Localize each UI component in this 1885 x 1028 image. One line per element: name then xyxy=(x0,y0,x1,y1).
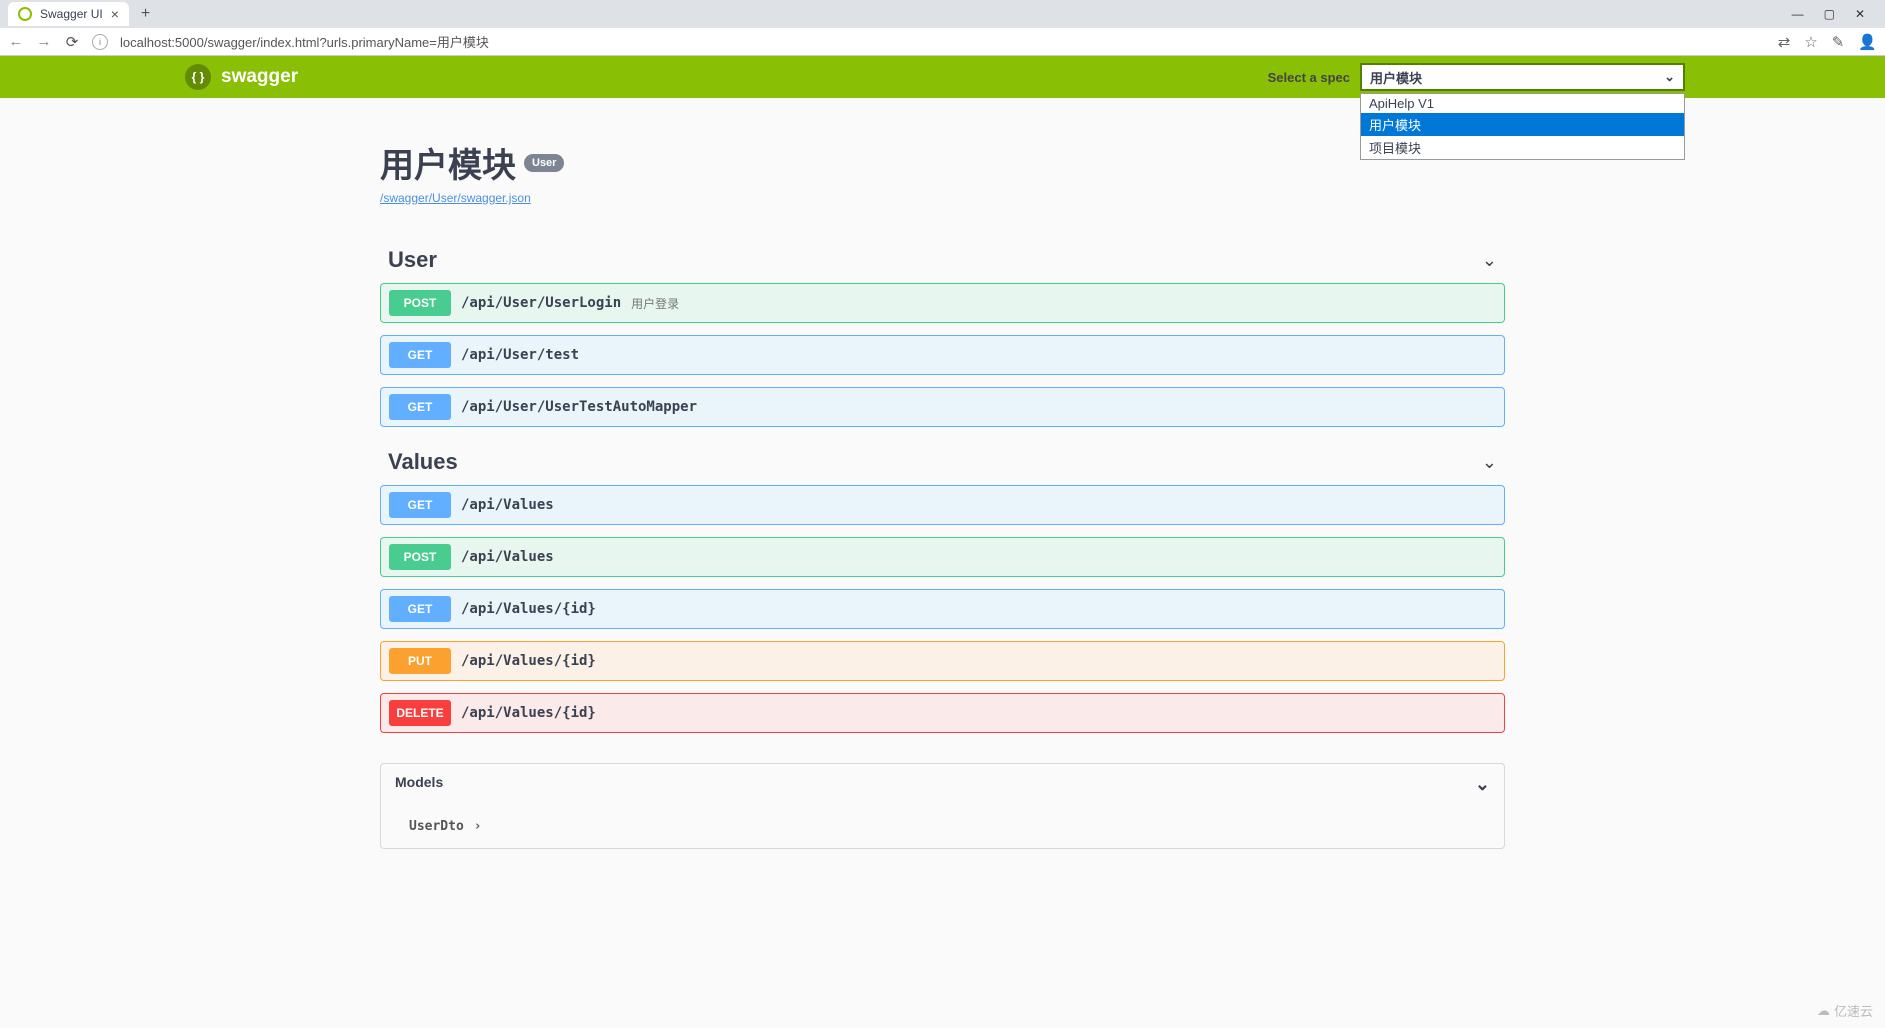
operation-path: /api/Values xyxy=(461,497,554,513)
spec-url-link[interactable]: /swagger/User/swagger.json xyxy=(380,191,531,205)
models-body: UserDto › xyxy=(381,805,1504,848)
logo-icon: { } xyxy=(185,64,211,90)
page-title: 用户模块 xyxy=(380,138,516,187)
models-title: Models xyxy=(395,774,443,795)
api-info: 用户模块 User /swagger/User/swagger.json xyxy=(380,138,1505,207)
chevron-right-icon: › xyxy=(474,819,482,834)
maximize-button[interactable]: ▢ xyxy=(1824,7,1835,21)
method-badge: POST xyxy=(389,544,451,570)
close-window-button[interactable]: ✕ xyxy=(1855,7,1865,21)
forward-button[interactable]: → xyxy=(36,33,52,50)
extension-icons: ⇄ ☆ ✎ 👤 xyxy=(1778,33,1877,51)
spec-option[interactable]: ApiHelp V1 xyxy=(1361,94,1684,113)
spec-dropdown: ApiHelp V1 用户模块 项目模块 xyxy=(1360,93,1685,160)
operation-row[interactable]: POST/api/Values xyxy=(380,537,1505,577)
close-tab-icon[interactable]: × xyxy=(111,6,119,22)
method-badge: GET xyxy=(389,342,451,368)
spec-selected-value: 用户模块 xyxy=(1370,68,1422,87)
method-badge: DELETE xyxy=(389,700,451,726)
tab-title: Swagger UI xyxy=(40,7,103,21)
method-badge: GET xyxy=(389,394,451,420)
section-title: User xyxy=(388,247,437,273)
operation-path: /api/Values/{id} xyxy=(461,601,596,617)
chevron-down-icon: ⌄ xyxy=(1482,452,1497,473)
spec-selector: Select a spec 用户模块 ⌄ ApiHelp V1 用户模块 项目模… xyxy=(1268,63,1685,91)
chevron-down-icon: ⌄ xyxy=(1482,250,1497,271)
method-badge: GET xyxy=(389,492,451,518)
spec-label: Select a spec xyxy=(1268,70,1350,85)
title-badge: User xyxy=(524,154,564,172)
back-button[interactable]: ← xyxy=(8,33,24,50)
address-bar: ← → ⟳ i localhost:5000/swagger/index.htm… xyxy=(0,28,1885,56)
favicon-icon xyxy=(18,7,32,21)
method-badge: POST xyxy=(389,290,451,316)
reload-button[interactable]: ⟳ xyxy=(64,33,80,51)
models-header[interactable]: Models ⌄ xyxy=(381,764,1504,805)
operation-row[interactable]: DELETE/api/Values/{id} xyxy=(380,693,1505,733)
spec-select[interactable]: 用户模块 ⌄ xyxy=(1360,63,1685,91)
model-name: UserDto xyxy=(409,819,464,834)
method-badge: PUT xyxy=(389,648,451,674)
section-header[interactable]: Values ⌄ xyxy=(380,439,1505,485)
url-field[interactable]: localhost:5000/swagger/index.html?urls.p… xyxy=(120,32,1766,51)
operation-row[interactable]: GET/api/User/test xyxy=(380,335,1505,375)
minimize-button[interactable]: — xyxy=(1792,7,1804,21)
browser-chrome: Swagger UI × + — ▢ ✕ ← → ⟳ i localhost:5… xyxy=(0,0,1885,56)
operation-path: /api/User/UserLogin xyxy=(461,295,621,311)
spec-option[interactable]: 项目模块 xyxy=(1361,136,1684,159)
profile-icon[interactable]: 👤 xyxy=(1858,33,1877,51)
operation-row[interactable]: GET/api/User/UserTestAutoMapper xyxy=(380,387,1505,427)
translate-icon[interactable]: ⇄ xyxy=(1778,33,1791,51)
operation-path: /api/Values/{id} xyxy=(461,705,596,721)
models-section: Models ⌄ UserDto › xyxy=(380,763,1505,849)
operation-row[interactable]: GET/api/Values xyxy=(380,485,1505,525)
bookmark-icon[interactable]: ☆ xyxy=(1804,33,1817,51)
model-item[interactable]: UserDto › xyxy=(409,819,1476,834)
operation-path: /api/User/UserTestAutoMapper xyxy=(461,399,697,415)
chevron-down-icon: ⌄ xyxy=(1475,774,1490,795)
window-controls: — ▢ ✕ xyxy=(1792,7,1877,21)
tab-bar: Swagger UI × + — ▢ ✕ xyxy=(0,0,1885,28)
watermark: ☁ 亿速云 xyxy=(1817,1001,1873,1020)
operation-row[interactable]: PUT/api/Values/{id} xyxy=(380,641,1505,681)
operation-path: /api/Values xyxy=(461,549,554,565)
spec-option[interactable]: 用户模块 xyxy=(1361,113,1684,136)
operation-summary: 用户登录 xyxy=(631,295,679,312)
chevron-down-icon: ⌄ xyxy=(1664,69,1675,85)
operation-row[interactable]: POST/api/User/UserLogin 用户登录 xyxy=(380,283,1505,323)
method-badge: GET xyxy=(389,596,451,622)
cloud-icon: ☁ xyxy=(1817,1003,1830,1019)
operation-path: /api/Values/{id} xyxy=(461,653,596,669)
main-container: 用户模块 User /swagger/User/swagger.json Use… xyxy=(380,98,1505,889)
operation-row[interactable]: GET/api/Values/{id} xyxy=(380,589,1505,629)
operation-path: /api/User/test xyxy=(461,347,579,363)
swagger-topbar: { } swagger Select a spec 用户模块 ⌄ ApiHelp… xyxy=(0,56,1885,98)
browser-tab[interactable]: Swagger UI × xyxy=(8,2,129,26)
section-title: Values xyxy=(388,449,458,475)
section-header[interactable]: User ⌄ xyxy=(380,237,1505,283)
logo-text: swagger xyxy=(221,66,298,88)
site-info-icon[interactable]: i xyxy=(92,34,108,50)
evernote-icon[interactable]: ✎ xyxy=(1832,33,1845,51)
new-tab-button[interactable]: + xyxy=(141,5,150,23)
swagger-logo[interactable]: { } swagger xyxy=(185,64,298,90)
